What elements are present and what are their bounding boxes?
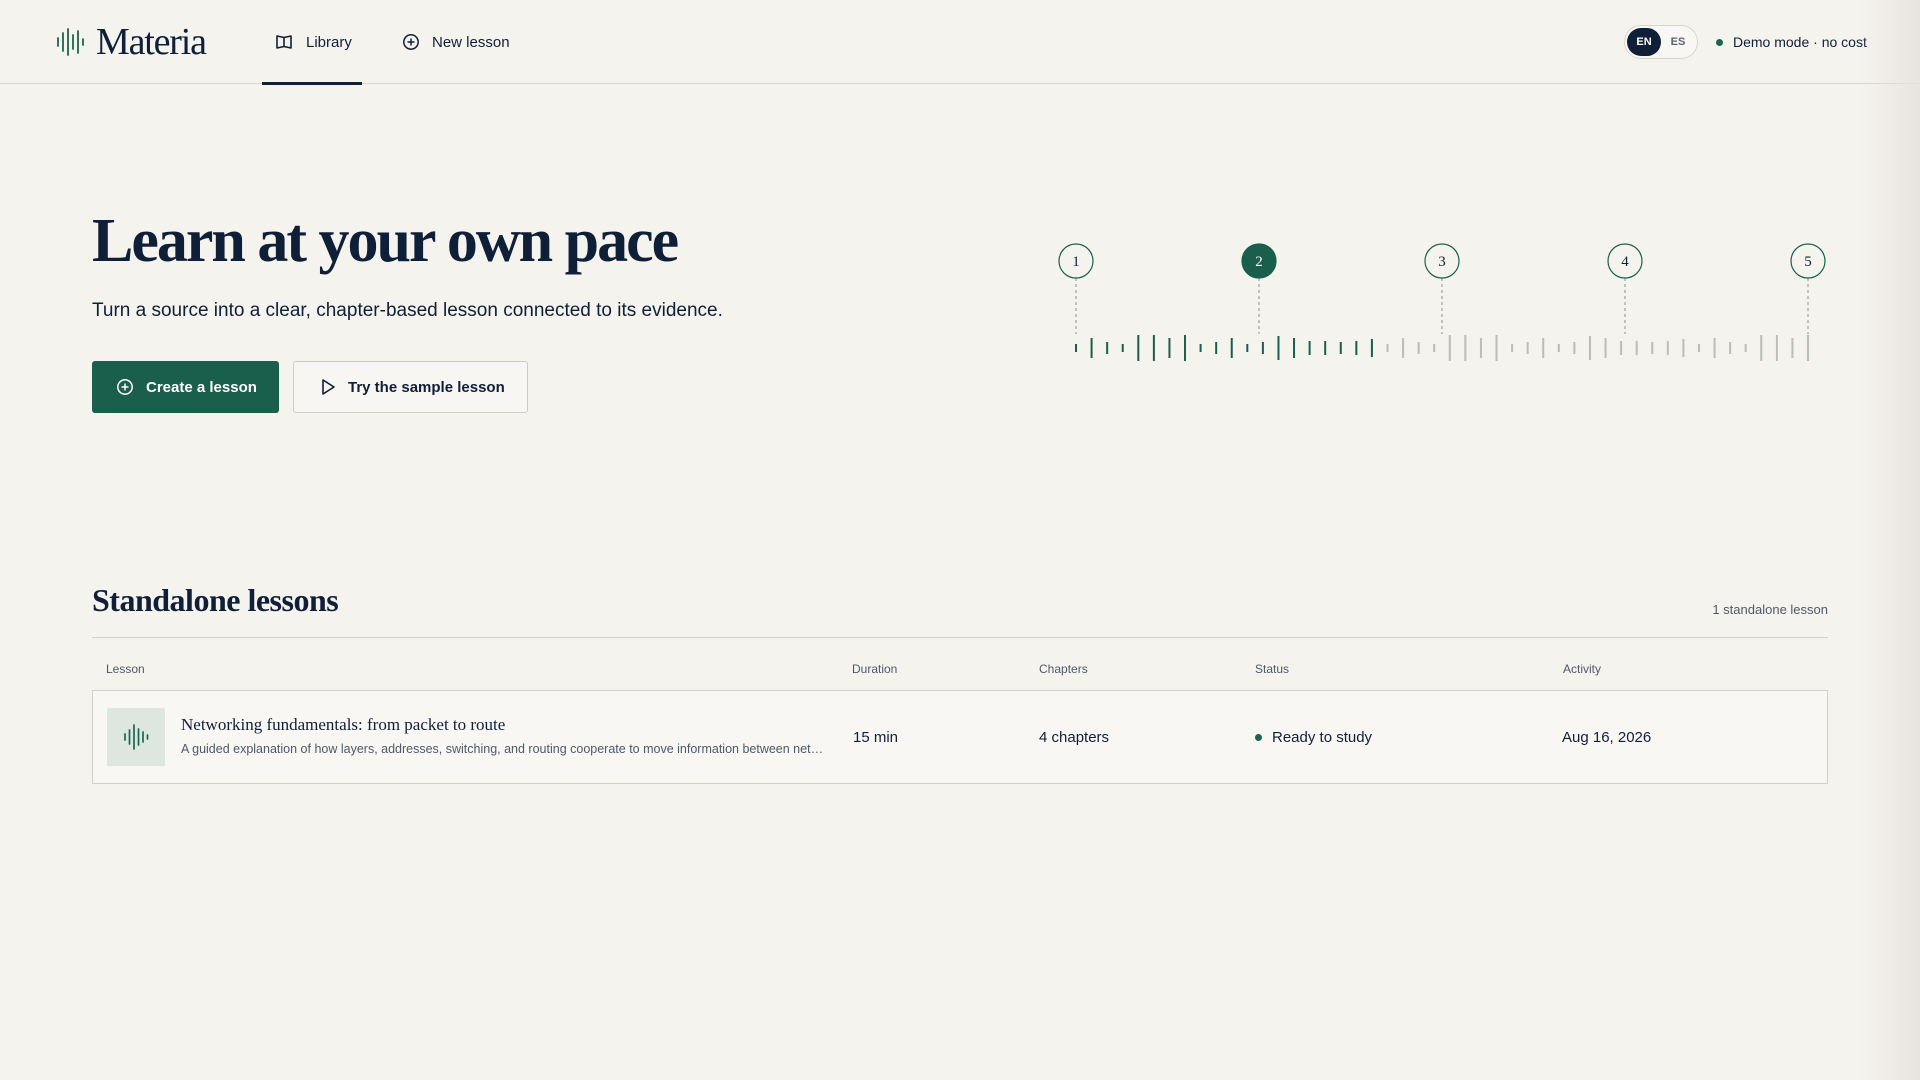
- divider: [92, 637, 1828, 638]
- create-lesson-button[interactable]: Create a lesson: [92, 361, 279, 413]
- create-lesson-label: Create a lesson: [146, 378, 257, 396]
- waveform-icon: [57, 28, 84, 56]
- lesson-chapters: 4 chapters: [1039, 728, 1110, 746]
- nav-library-label: Library: [306, 33, 352, 51]
- plus-circle-icon: [403, 34, 419, 50]
- timeline-step-label: 4: [1621, 254, 1629, 270]
- column-header-status[interactable]: Status: [1255, 662, 1289, 676]
- language-toggle: EN ES: [1624, 25, 1698, 59]
- edge-shade: [1860, 0, 1920, 1080]
- lesson-status: Ready to study: [1255, 691, 1372, 783]
- chapter-timeline: 1 2 3 4 5: [1058, 243, 1826, 361]
- lesson-duration: 15 min: [853, 728, 899, 746]
- top-bar: Materia Library New lesson EN ES Demo mo…: [0, 0, 1920, 85]
- column-header-chapters[interactable]: Chapters: [1039, 662, 1088, 676]
- lesson-thumbnail: [107, 708, 165, 766]
- column-header-activity[interactable]: Activity: [1563, 662, 1601, 676]
- status-dot-icon: [1716, 38, 1723, 46]
- demo-mode-indicator: Demo mode · no cost: [1716, 0, 1867, 84]
- hero-subtitle: Turn a source into a clear, chapter-base…: [92, 300, 723, 321]
- app-logo[interactable]: Materia: [56, 18, 207, 66]
- lesson-description: A guided explanation of how layers, addr…: [181, 742, 827, 756]
- try-sample-label: Try the sample lesson: [348, 378, 505, 396]
- timeline-step-label: 3: [1438, 254, 1446, 270]
- app-name: Materia: [96, 21, 207, 63]
- column-header-duration[interactable]: Duration: [852, 662, 897, 676]
- status-dot-icon: [1255, 733, 1262, 741]
- lang-es-button[interactable]: ES: [1661, 28, 1695, 56]
- timeline-step-label: 1: [1072, 254, 1080, 270]
- table-row[interactable]: Networking fundamentals: from packet to …: [92, 690, 1828, 784]
- lesson-title[interactable]: Networking fundamentals: from packet to …: [181, 715, 505, 735]
- nav-new-lesson[interactable]: New lesson: [402, 0, 510, 84]
- waveform-icon: [124, 724, 149, 750]
- lesson-status-text: Ready to study: [1272, 728, 1373, 746]
- lesson-activity: Aug 16, 2026: [1562, 728, 1652, 746]
- demo-mode-text: Demo mode · no cost: [1733, 34, 1867, 50]
- lang-en-button[interactable]: EN: [1627, 28, 1661, 56]
- nav-new-lesson-label: New lesson: [432, 33, 510, 51]
- timeline-step-label: 2: [1255, 254, 1263, 270]
- hero-title: Learn at your own pace: [92, 207, 679, 275]
- column-header-lesson[interactable]: Lesson: [106, 662, 145, 676]
- book-open-icon: [276, 35, 292, 49]
- section-title: Standalone lessons: [92, 582, 339, 618]
- timeline-step-label: 5: [1804, 254, 1812, 270]
- lesson-count: 1 standalone lesson: [1712, 602, 1828, 617]
- play-icon: [322, 379, 335, 395]
- nav-library[interactable]: Library: [262, 0, 362, 85]
- plus-circle-icon: [117, 379, 133, 395]
- try-sample-button[interactable]: Try the sample lesson: [293, 361, 528, 413]
